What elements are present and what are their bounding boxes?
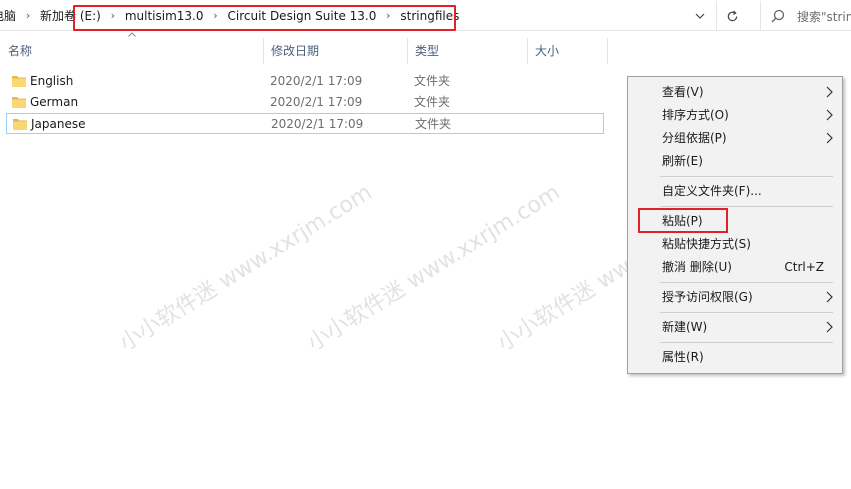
address-history-button[interactable]: [688, 4, 712, 28]
menu-item-sort[interactable]: 排序方式(O): [630, 104, 840, 126]
menu-item-label: 粘贴(P): [662, 214, 703, 228]
menu-item-group[interactable]: 分组依据(P): [630, 127, 840, 149]
breadcrumb-separator-icon[interactable]: ›: [378, 9, 398, 22]
search-icon: [771, 9, 785, 23]
menu-item-label: 新建(W): [662, 320, 708, 334]
menu-item-label: 刷新(E): [662, 154, 703, 168]
column-header-row: 名称 修改日期 类型 大小: [0, 38, 610, 64]
file-row-german[interactable]: German 2020/2/1 17:09 文件夹: [6, 92, 604, 113]
menu-item-label: 授予访问权限(G): [662, 290, 753, 304]
chevron-right-icon: [826, 321, 833, 333]
watermark: 小小软件迷 www.xxrjm.com: [115, 180, 377, 357]
breadcrumb-item-pc[interactable]: 电脑: [0, 7, 18, 24]
file-type: 文件夹: [415, 117, 452, 131]
chevron-right-icon: [826, 86, 833, 98]
sort-up-icon: [128, 32, 136, 37]
chevron-right-icon: [826, 132, 833, 144]
menu-item-grant-access[interactable]: 授予访问权限(G): [630, 286, 840, 308]
breadcrumb-item-suite[interactable]: Circuit Design Suite 13.0: [226, 9, 379, 23]
refresh-icon: [727, 10, 738, 21]
breadcrumb-separator-icon[interactable]: ›: [103, 9, 123, 22]
menu-item-paste[interactable]: 粘贴(P): [630, 210, 840, 232]
search-input[interactable]: 搜索"strin: [760, 1, 851, 31]
column-header-modified[interactable]: 修改日期: [263, 38, 407, 64]
watermark: 小小软件迷 www.xxrjm.com: [303, 180, 565, 357]
file-modified: 2020/2/1 17:09: [271, 117, 364, 131]
column-divider[interactable]: [607, 38, 608, 64]
column-header-size[interactable]: 大小: [527, 38, 607, 64]
menu-separator: [660, 282, 833, 283]
file-row-japanese[interactable]: Japanese 2020/2/1 17:09 文件夹: [6, 113, 604, 134]
chevron-down-icon: [695, 13, 705, 19]
menu-item-label: 撤消 删除(U): [662, 260, 732, 274]
breadcrumb-item-drive[interactable]: 新加卷 (E:): [38, 7, 103, 24]
menu-separator: [660, 176, 833, 177]
column-header-type[interactable]: 类型: [407, 38, 527, 64]
file-type: 文件夹: [414, 95, 451, 109]
breadcrumb: 电脑 › 新加卷 (E:) › multisim13.0 › Circuit D…: [0, 0, 461, 31]
breadcrumb-item-stringfiles[interactable]: stringfiles: [398, 9, 461, 23]
menu-item-view[interactable]: 查看(V): [630, 81, 840, 103]
file-modified: 2020/2/1 17:09: [270, 95, 363, 109]
menu-item-paste-shortcut[interactable]: 粘贴快捷方式(S): [630, 233, 840, 255]
menu-item-refresh[interactable]: 刷新(E): [630, 150, 840, 172]
folder-icon: [12, 97, 26, 108]
menu-item-properties[interactable]: 属性(R): [630, 346, 840, 368]
menu-item-label: 粘贴快捷方式(S): [662, 237, 751, 251]
file-name: German: [30, 95, 79, 109]
menu-item-label: 属性(R): [662, 350, 704, 364]
menu-item-shortcut: Ctrl+Z: [784, 260, 824, 274]
file-name: English: [30, 74, 74, 88]
menu-item-label: 排序方式(O): [662, 108, 729, 122]
menu-item-label: 查看(V): [662, 85, 704, 99]
breadcrumb-item-multisim[interactable]: multisim13.0: [123, 9, 206, 23]
chevron-right-icon: [826, 109, 833, 121]
menu-item-undo-delete[interactable]: 撤消 删除(U) Ctrl+Z: [630, 256, 840, 278]
column-header-name[interactable]: 名称: [0, 38, 263, 64]
folder-icon: [12, 76, 26, 87]
breadcrumb-separator-icon[interactable]: ›: [206, 9, 226, 22]
address-bar[interactable]: 电脑 › 新加卷 (E:) › multisim13.0 › Circuit D…: [0, 0, 851, 31]
chevron-right-icon: [826, 291, 833, 303]
search-placeholder: 搜索"strin: [797, 9, 851, 24]
menu-separator: [660, 206, 833, 207]
file-modified: 2020/2/1 17:09: [270, 74, 363, 88]
menu-item-label: 分组依据(P): [662, 131, 727, 145]
refresh-button[interactable]: [716, 1, 748, 31]
menu-item-customize-folder[interactable]: 自定义文件夹(F)...: [630, 180, 840, 202]
menu-separator: [660, 342, 833, 343]
context-menu: 查看(V) 排序方式(O) 分组依据(P) 刷新(E) 自定义文件夹(F)...…: [627, 76, 843, 374]
menu-separator: [660, 312, 833, 313]
file-name: Japanese: [31, 117, 86, 131]
folder-icon: [13, 119, 27, 130]
file-type: 文件夹: [414, 74, 451, 88]
file-row-english[interactable]: English 2020/2/1 17:09 文件夹: [6, 71, 604, 92]
breadcrumb-separator-icon[interactable]: ›: [18, 9, 38, 22]
menu-item-new[interactable]: 新建(W): [630, 316, 840, 338]
menu-item-label: 自定义文件夹(F)...: [662, 184, 762, 198]
